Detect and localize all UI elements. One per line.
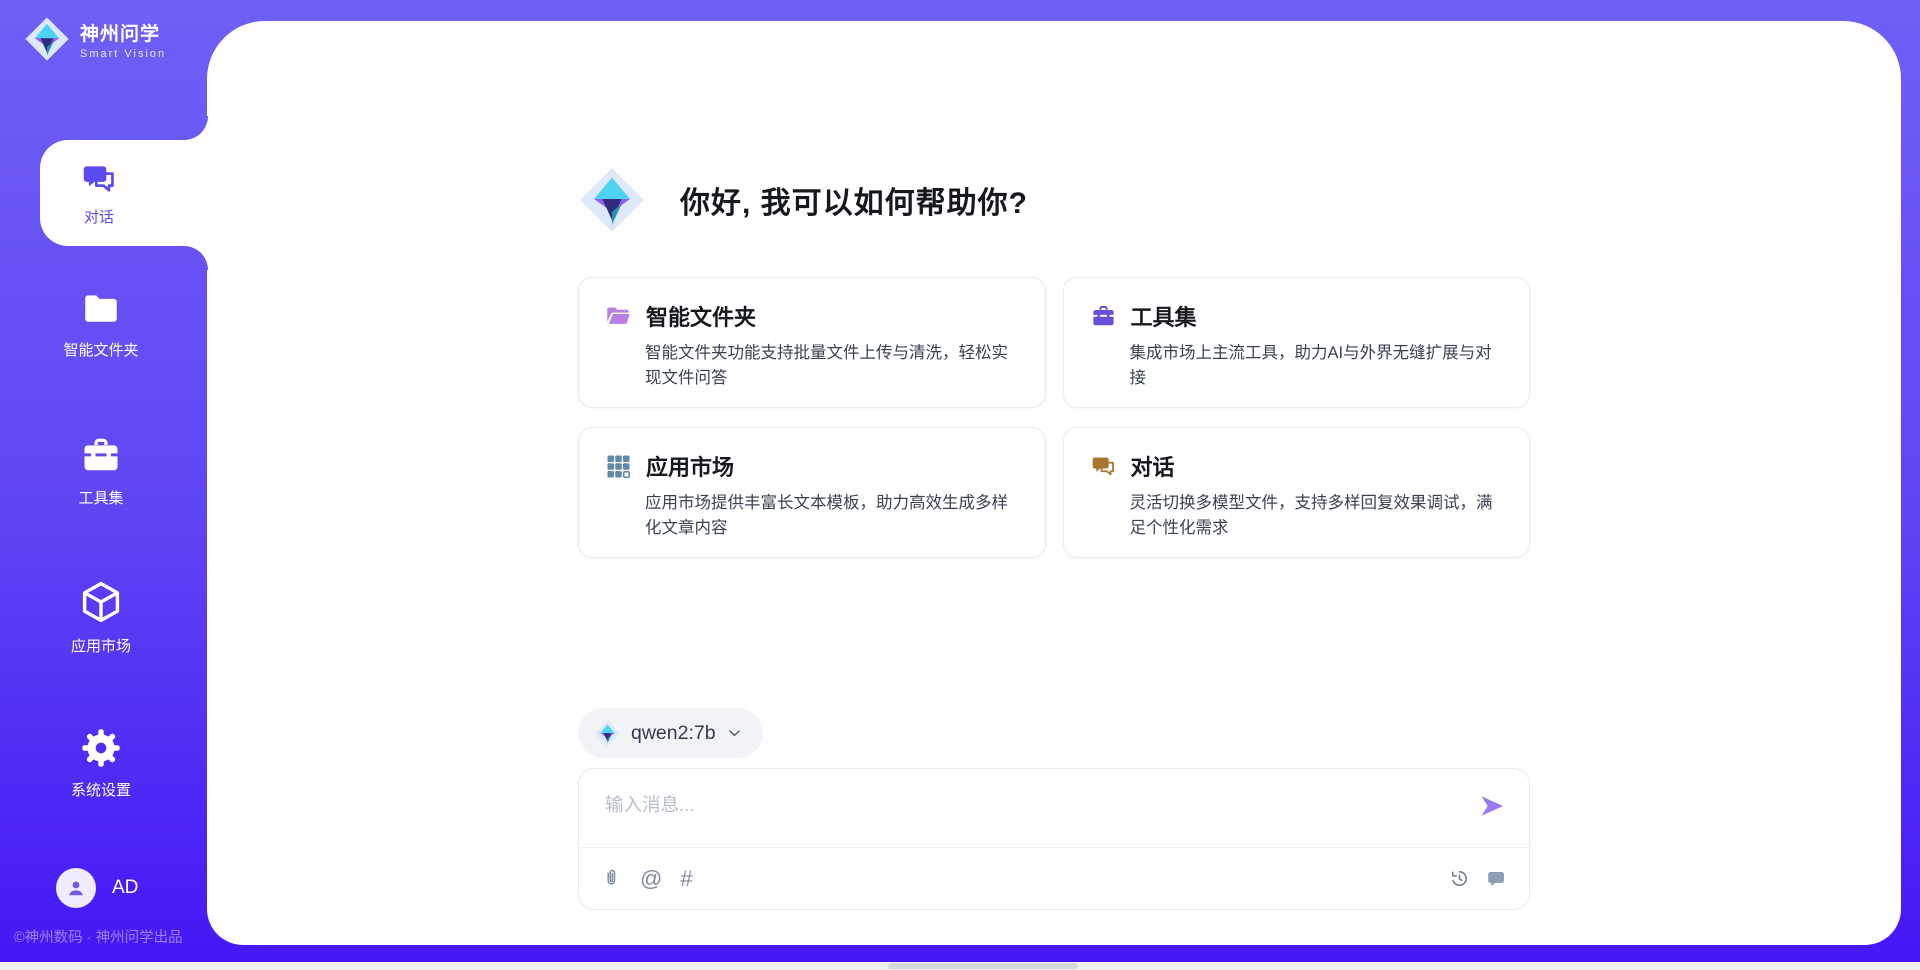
paperclip-icon <box>601 868 622 889</box>
folder-open-icon <box>605 303 632 330</box>
card-title: 工具集 <box>1131 300 1197 332</box>
chat-square-icon <box>1486 868 1507 889</box>
at-icon: @ <box>640 868 662 890</box>
card-title: 应用市场 <box>646 450 734 482</box>
blob-fillet-top <box>184 116 208 140</box>
card-title: 对话 <box>1131 450 1175 482</box>
sidebar-item-toolset[interactable]: 工具集 <box>6 434 196 508</box>
composer-toolbar: @ # <box>579 847 1529 909</box>
toolbox-icon <box>1090 303 1117 330</box>
card-description: 灵活切换多模型文件，支持多样回复效果调试，满足个性化需求 <box>1130 491 1504 541</box>
card-smart-folder[interactable]: 智能文件夹 智能文件夹功能支持批量文件上传与清洗，轻松实现文件问答 <box>578 277 1046 408</box>
sidebar-item-app-market[interactable]: 应用市场 <box>6 578 196 656</box>
app-subtitle: Smart Vision <box>80 48 166 60</box>
horizontal-scrollbar[interactable] <box>0 962 1920 970</box>
chat-icon <box>1090 453 1117 480</box>
feature-cards: 智能文件夹 智能文件夹功能支持批量文件上传与清洗，轻松实现文件问答 <box>578 277 1530 558</box>
copyright-text: ©神州数码 · 神州问学出品 <box>14 926 204 947</box>
brand-diamond-icon <box>578 166 646 234</box>
toolbox-icon <box>79 434 123 478</box>
sidebar-item-chat[interactable]: 对话 <box>40 140 208 246</box>
card-description: 应用市场提供丰富长文本模板，助力高效生成多样化文章内容 <box>645 491 1019 541</box>
app-window: 神州问学 Smart Vision 对话 智能文件夹 <box>0 0 1920 970</box>
send-arrow-icon <box>1478 792 1506 820</box>
grid-icon <box>605 453 632 480</box>
user-profile[interactable]: AD <box>56 868 138 908</box>
greeting-row: 你好, 我可以如何帮助你? <box>578 159 1530 241</box>
app-logo: 神州问学 Smart Vision <box>24 16 166 62</box>
message-composer: @ # <box>578 768 1530 910</box>
send-button[interactable] <box>1475 789 1509 823</box>
history-button[interactable] <box>1449 868 1470 889</box>
sidebar-item-label: 对话 <box>84 206 114 227</box>
attach-file-button[interactable] <box>601 868 622 889</box>
mention-button[interactable]: @ <box>640 868 662 890</box>
card-description: 智能文件夹功能支持批量文件上传与清洗，轻松实现文件问答 <box>645 341 1019 391</box>
user-avatar-icon <box>64 876 88 900</box>
sidebar-item-label: 智能文件夹 <box>63 339 138 360</box>
blob-fillet-bottom <box>184 246 208 270</box>
app-title: 神州问学 <box>80 19 166 46</box>
conversation-button[interactable] <box>1486 868 1507 889</box>
card-chat[interactable]: 对话 灵活切换多模型文件，支持多样回复效果调试，满足个性化需求 <box>1063 427 1531 558</box>
chevron-down-icon <box>726 725 743 742</box>
history-icon <box>1449 868 1470 889</box>
sidebar-item-label: 应用市场 <box>71 635 131 656</box>
message-input[interactable] <box>579 769 1529 847</box>
user-name: AD <box>112 877 138 899</box>
cube-icon <box>77 578 125 626</box>
topic-button[interactable]: # <box>680 868 692 890</box>
chat-icon <box>80 160 118 198</box>
brand-diamond-icon <box>24 16 70 62</box>
hash-icon: # <box>680 868 692 890</box>
scrollbar-thumb[interactable] <box>888 963 1078 969</box>
sidebar-item-label: 工具集 <box>78 487 123 508</box>
gear-icon <box>79 726 123 770</box>
content-panel: 你好, 我可以如何帮助你? 智能文件夹 智能文件夹功能支持批量文件上传与清洗，轻… <box>207 21 1901 945</box>
sidebar: 神州问学 Smart Vision 对话 智能文件夹 <box>0 0 207 970</box>
folder-icon <box>80 288 122 330</box>
sidebar-item-settings[interactable]: 系统设置 <box>6 726 196 800</box>
card-title: 智能文件夹 <box>646 300 756 332</box>
card-description: 集成市场上主流工具，助力AI与外界无缝扩展与对接 <box>1130 341 1504 391</box>
card-toolset[interactable]: 工具集 集成市场上主流工具，助力AI与外界无缝扩展与对接 <box>1063 277 1531 408</box>
card-app-market[interactable]: 应用市场 应用市场提供丰富长文本模板，助力高效生成多样化文章内容 <box>578 427 1046 558</box>
avatar <box>56 868 96 908</box>
greeting-title: 你好, 我可以如何帮助你? <box>680 178 1028 222</box>
brand-diamond-icon <box>594 720 621 747</box>
sidebar-item-label: 系统设置 <box>71 779 131 800</box>
model-name: qwen2:7b <box>631 722 716 745</box>
model-selector[interactable]: qwen2:7b <box>578 708 763 758</box>
sidebar-item-smart-folder[interactable]: 智能文件夹 <box>6 288 196 360</box>
